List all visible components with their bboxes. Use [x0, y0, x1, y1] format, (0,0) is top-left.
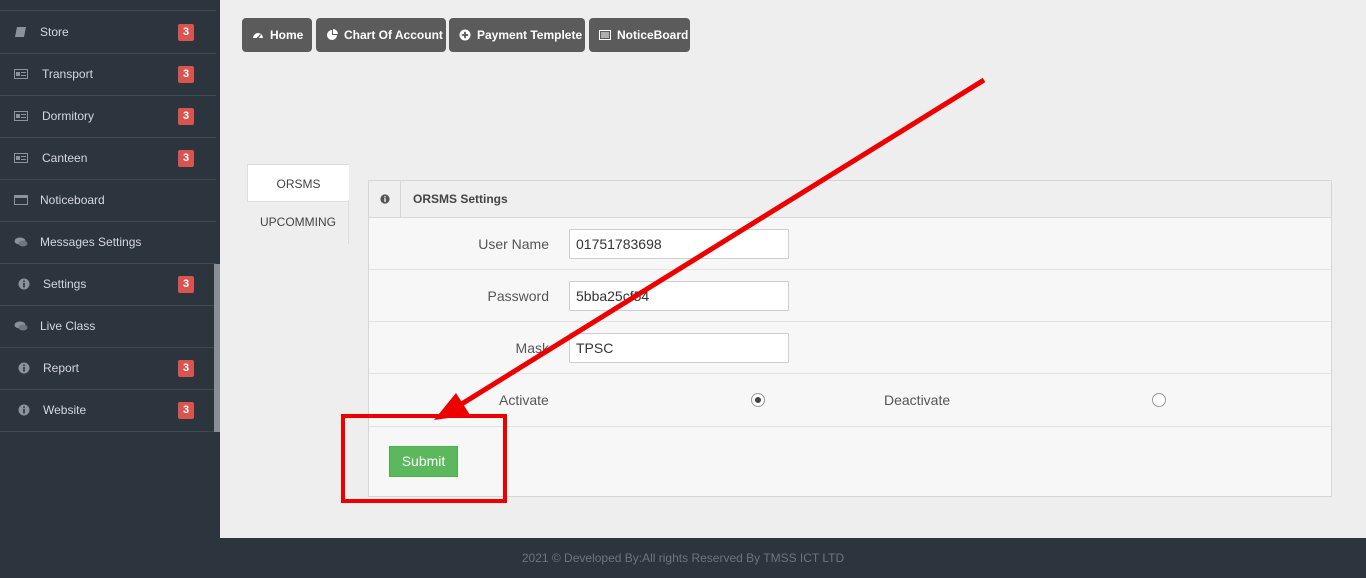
comments-icon — [14, 321, 28, 331]
sidebar-item-label: Transport — [42, 67, 93, 81]
info-icon — [18, 278, 30, 290]
info-icon — [380, 194, 390, 204]
payment-template-button[interactable]: Payment Templete — [449, 18, 585, 52]
home-button-label: Home — [270, 28, 304, 42]
tab-divider — [348, 200, 349, 244]
username-row: User Name — [369, 218, 1331, 270]
sidebar-item-store[interactable]: Store 3 — [0, 12, 216, 54]
count-badge: 3 — [178, 402, 194, 419]
password-label: Password — [487, 288, 549, 304]
sidebar-item-label: Report — [43, 361, 80, 375]
footer: 2021 © Developed By:All rights Reserved … — [0, 538, 1366, 578]
pie-chart-icon — [327, 29, 338, 40]
panel-header: ORSMS Settings — [369, 181, 1331, 218]
tab-upcomming[interactable]: UPCOMMING — [247, 203, 349, 241]
info-icon — [18, 362, 30, 374]
count-badge: 3 — [178, 24, 194, 41]
count-badge: 3 — [178, 360, 194, 377]
book-icon — [15, 27, 26, 37]
sidebar-item-label: Live Class — [40, 319, 96, 333]
deactivate-radio[interactable] — [1152, 393, 1166, 407]
username-label: User Name — [478, 236, 549, 252]
dashboard-icon — [253, 33, 263, 40]
mask-label: Mask — [515, 340, 549, 356]
sidebar-scrollbar[interactable] — [214, 264, 220, 432]
window-icon — [14, 195, 28, 205]
status-row: Activate Deactivate — [369, 374, 1331, 427]
sidebar-item-label: Website — [43, 403, 87, 417]
sidebar-item-messages-settings[interactable]: Messages Settings — [0, 222, 216, 264]
noticeboard-button-label: NoticeBoard — [617, 28, 689, 42]
sidebar-item-label: Noticeboard — [40, 193, 105, 207]
panel-title: ORSMS Settings — [413, 192, 508, 206]
username-field[interactable] — [569, 229, 789, 259]
sidebar-item-transport[interactable]: Transport 3 — [0, 54, 216, 96]
info-icon — [18, 404, 30, 416]
orsms-settings-panel: ORSMS Settings User Name Password Mask A… — [368, 180, 1332, 497]
sidebar-item-label: Dormitory — [42, 109, 95, 123]
tab-orsms[interactable]: ORSMS — [247, 164, 349, 202]
activate-label: Activate — [499, 392, 549, 408]
chart-of-account-button-label: Chart Of Account — [344, 28, 443, 42]
id-card-icon — [14, 153, 28, 163]
sidebar-item-label: Messages Settings — [40, 235, 142, 249]
home-button[interactable]: Home — [242, 18, 312, 52]
count-badge: 3 — [178, 150, 194, 167]
sidebar-item-label: Canteen — [42, 151, 88, 165]
mask-row: Mask — [369, 322, 1331, 374]
sidebar-item-report[interactable]: Report 3 — [0, 348, 214, 390]
count-badge: 3 — [178, 66, 194, 83]
sidebar-item-label: Store — [40, 25, 69, 39]
annotation-highlight-box — [341, 414, 507, 503]
id-card-icon — [14, 69, 28, 79]
count-badge: 3 — [178, 276, 194, 293]
id-card-icon — [14, 111, 28, 121]
panel-header-icon-cell — [369, 181, 401, 217]
mask-field[interactable] — [569, 333, 789, 363]
sidebar-item-label: Settings — [43, 277, 87, 291]
sidebar-top-divider — [0, 10, 216, 11]
sidebar: Store 3 Transport 3 Dormitory 3 Canteen … — [0, 0, 220, 538]
plus-circle-icon — [459, 29, 471, 41]
sidebar-item-canteen[interactable]: Canteen 3 — [0, 138, 216, 180]
sidebar-item-dormitory[interactable]: Dormitory 3 — [0, 96, 216, 138]
password-row: Password — [369, 270, 1331, 322]
count-badge: 3 — [178, 108, 194, 125]
sidebar-item-live-class[interactable]: Live Class — [0, 306, 214, 348]
sidebar-item-website[interactable]: Website 3 — [0, 390, 214, 432]
deactivate-label: Deactivate — [884, 392, 951, 408]
password-field[interactable] — [569, 281, 789, 311]
sidebar-item-noticeboard[interactable]: Noticeboard — [0, 180, 216, 222]
payment-template-button-label: Payment Templete — [477, 28, 583, 42]
list-alt-icon — [599, 30, 611, 40]
sidebar-item-settings[interactable]: Settings 3 — [0, 264, 214, 306]
noticeboard-button[interactable]: NoticeBoard — [589, 18, 690, 52]
chart-of-account-button[interactable]: Chart Of Account — [316, 18, 446, 52]
activate-radio[interactable] — [751, 393, 765, 407]
comments-icon — [14, 237, 28, 247]
